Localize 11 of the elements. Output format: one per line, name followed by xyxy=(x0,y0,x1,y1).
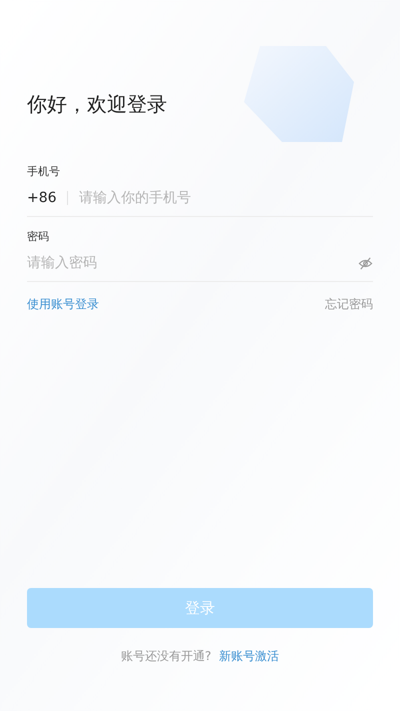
country-code[interactable]: +86 xyxy=(27,190,67,206)
no-account-text: 账号还没有开通? xyxy=(120,649,212,663)
eye-slash-icon[interactable] xyxy=(358,256,373,270)
welcome-title: 你好，欢迎登录 xyxy=(27,91,168,118)
password-field[interactable]: 请输入密码 xyxy=(27,255,358,271)
phone-field[interactable]: 请输入你的手机号 xyxy=(79,190,373,206)
forgot-password-link[interactable]: 忘记密码 xyxy=(325,296,373,313)
password-label: 密码 xyxy=(27,229,50,245)
phone-label: 手机号 xyxy=(27,164,61,180)
activate-account-link[interactable]: 新账号激活 xyxy=(219,649,280,663)
account-login-link[interactable]: 使用账号登录 xyxy=(27,296,99,313)
